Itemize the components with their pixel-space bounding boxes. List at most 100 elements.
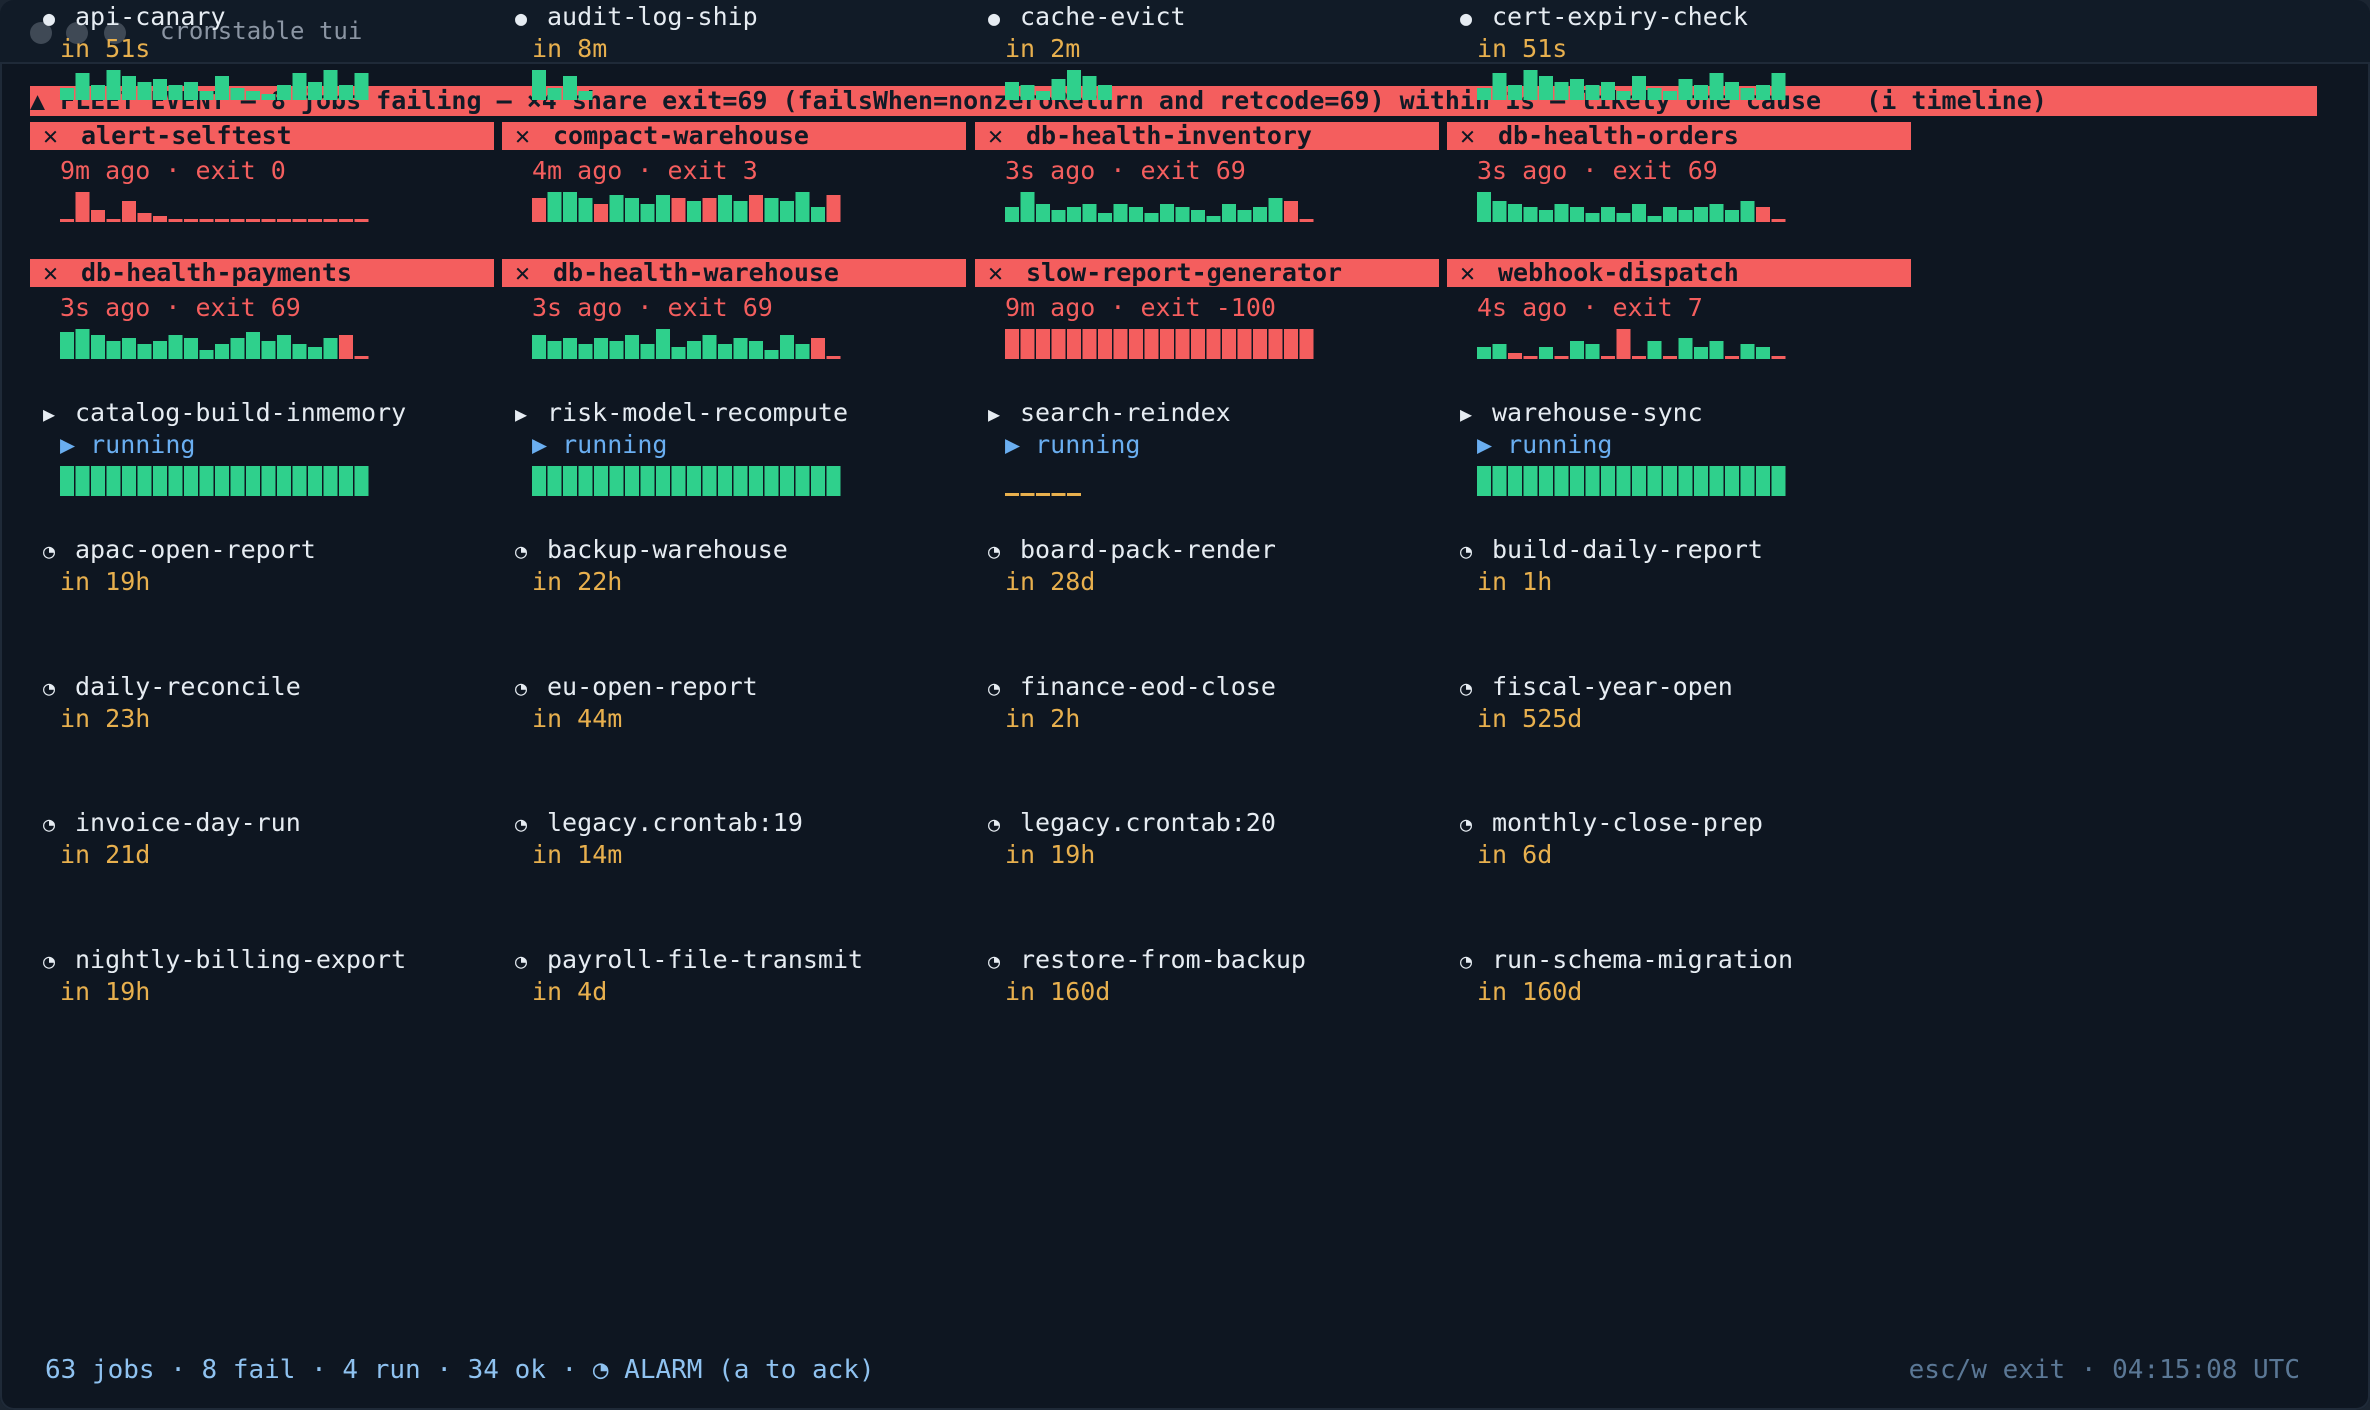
job-header[interactable]: ◔ apac-open-report: [43, 535, 316, 564]
job-card[interactable]: ✕ webhook-dispatch 4s ago · exit 7: [1447, 259, 1917, 389]
history-bar: [625, 466, 639, 496]
history-bar: [184, 219, 198, 222]
history-bar: [323, 219, 338, 222]
history-bar: [1067, 493, 1081, 496]
job-card[interactable]: ✕ db-health-payments 3s ago · exit 69: [30, 259, 500, 389]
job-name: legacy.crontab:19: [547, 808, 803, 837]
key-hint-and-clock: esc/w exit · 04:15:08 UTC: [1908, 1355, 2300, 1385]
job-card[interactable]: ◔ build-daily-report in 1h: [1447, 533, 1917, 663]
next-run-info: in 14m: [532, 840, 623, 869]
job-card[interactable]: ▶ risk-model-recompute ▶ running: [502, 396, 972, 526]
job-header[interactable]: ✕ slow-report-generator: [975, 259, 1439, 287]
job-header[interactable]: ◔ daily-reconcile: [43, 672, 301, 701]
clock-icon: ◔: [515, 812, 528, 836]
job-header[interactable]: ◔ legacy.crontab:19: [515, 808, 803, 837]
run-history-sparkline: [60, 466, 369, 496]
job-header[interactable]: ◔ fiscal-year-open: [1460, 672, 1733, 701]
history-bar: [687, 466, 701, 496]
job-card[interactable]: ◔ daily-reconcile in 23h: [30, 670, 500, 800]
job-card[interactable]: ◔ apac-open-report in 19h: [30, 533, 500, 663]
job-header[interactable]: ◔ legacy.crontab:20: [988, 808, 1276, 837]
history-bar: [780, 466, 794, 496]
job-card[interactable]: ✕ slow-report-generator 9m ago · exit -100: [975, 259, 1445, 389]
run-history-sparkline: [1005, 493, 1081, 496]
job-header[interactable]: ✕ db-health-payments: [30, 259, 494, 287]
job-card[interactable]: ● cert-expiry-check in 51s: [1447, 0, 1917, 130]
job-card[interactable]: ◔ legacy.crontab:19 in 14m: [502, 806, 972, 936]
job-header[interactable]: ▶ warehouse-sync: [1460, 398, 1703, 427]
job-card[interactable]: ◔ board-pack-render in 28d: [975, 533, 1445, 663]
job-card[interactable]: ● cache-evict in 2m: [975, 0, 1445, 130]
job-card[interactable]: ● api-canary in 51s: [30, 0, 500, 130]
job-card[interactable]: ◔ legacy.crontab:20 in 19h: [975, 806, 1445, 936]
history-bar: [137, 466, 152, 496]
history-bar: [1492, 466, 1507, 496]
job-card[interactable]: ▶ warehouse-sync ▶ running: [1447, 396, 1917, 526]
history-bar: [168, 85, 183, 100]
job-card[interactable]: ◔ eu-open-report in 44m: [502, 670, 972, 800]
job-name: apac-open-report: [75, 535, 316, 564]
clock-icon: ◔: [988, 949, 1001, 973]
job-card[interactable]: ◔ backup-warehouse in 22h: [502, 533, 972, 663]
job-card[interactable]: ◔ nightly-billing-export in 19h: [30, 943, 500, 1073]
job-header[interactable]: ◔ finance-eod-close: [988, 672, 1276, 701]
job-card[interactable]: ✕ db-health-warehouse 3s ago · exit 69: [502, 259, 972, 389]
job-header[interactable]: ● cache-evict: [988, 2, 1186, 31]
job-card[interactable]: ✕ compact-warehouse 4m ago · exit 3: [502, 122, 972, 252]
job-header[interactable]: ◔ invoice-day-run: [43, 808, 301, 837]
history-bar: [1570, 207, 1584, 222]
job-card[interactable]: ✕ db-health-orders 3s ago · exit 69: [1447, 122, 1917, 252]
job-card[interactable]: ✕ db-health-inventory 3s ago · exit 69: [975, 122, 1445, 252]
job-header[interactable]: ◔ monthly-close-prep: [1460, 808, 1763, 837]
history-bar: [91, 466, 105, 496]
job-card[interactable]: ◔ invoice-day-run in 21d: [30, 806, 500, 936]
job-header[interactable]: ✕ db-health-warehouse: [502, 259, 966, 287]
job-card[interactable]: ◔ fiscal-year-open in 525d: [1447, 670, 1917, 800]
job-header[interactable]: ◔ payroll-file-transmit: [515, 945, 863, 974]
history-bar: [532, 198, 546, 222]
job-header[interactable]: ◔ nightly-billing-export: [43, 945, 406, 974]
job-header[interactable]: ● audit-log-ship: [515, 2, 758, 31]
clock-icon: ◔: [43, 539, 56, 563]
history-bar: [1539, 347, 1553, 359]
job-header[interactable]: ✕ webhook-dispatch: [1447, 259, 1911, 287]
clock-icon: ◔: [1460, 676, 1473, 700]
run-history-sparkline: [60, 192, 369, 222]
job-header[interactable]: ◔ run-schema-migration: [1460, 945, 1793, 974]
job-card[interactable]: ▶ catalog-build-inmemory ▶ running: [30, 396, 500, 526]
history-bar: [1268, 329, 1283, 359]
play-icon: ▶: [515, 402, 528, 426]
job-header[interactable]: ● api-canary: [43, 2, 226, 31]
job-card[interactable]: ◔ payroll-file-transmit in 4d: [502, 943, 972, 1073]
job-card[interactable]: ◔ finance-eod-close in 2h: [975, 670, 1445, 800]
job-header[interactable]: ◔ build-daily-report: [1460, 535, 1763, 564]
history-bar: [323, 70, 338, 100]
history-bar: [547, 192, 562, 222]
job-card[interactable]: ◔ monthly-close-prep in 6d: [1447, 806, 1917, 936]
job-header[interactable]: ◔ backup-warehouse: [515, 535, 788, 564]
job-name: board-pack-render: [1020, 535, 1276, 564]
history-bar: [1160, 329, 1174, 359]
job-header[interactable]: ◔ restore-from-backup: [988, 945, 1306, 974]
history-bar: [625, 198, 639, 222]
run-history-sparkline: [1477, 466, 1786, 496]
job-card[interactable]: ◔ run-schema-migration in 160d: [1447, 943, 1917, 1073]
history-bar: [702, 335, 717, 359]
job-card[interactable]: ● audit-log-ship in 8m: [502, 0, 972, 130]
run-history-sparkline: [532, 329, 841, 359]
history-bar: [1632, 356, 1646, 359]
job-header[interactable]: ◔ eu-open-report: [515, 672, 758, 701]
job-header[interactable]: ▶ catalog-build-inmemory: [43, 398, 406, 427]
job-header[interactable]: ◔ board-pack-render: [988, 535, 1276, 564]
history-bar: [826, 466, 841, 496]
history-bar: [75, 192, 90, 222]
history-bar: [168, 335, 183, 359]
job-card[interactable]: ▶ search-reindex ▶ running: [975, 396, 1445, 526]
job-header[interactable]: ● cert-expiry-check: [1460, 2, 1748, 31]
job-card[interactable]: ✕ alert-selftest 9m ago · exit 0: [30, 122, 500, 252]
history-bar: [1554, 356, 1569, 359]
job-header[interactable]: ▶ search-reindex: [988, 398, 1231, 427]
job-card[interactable]: ◔ restore-from-backup in 160d: [975, 943, 1445, 1073]
job-header[interactable]: ▶ risk-model-recompute: [515, 398, 848, 427]
next-run-info: in 19h: [60, 567, 151, 596]
